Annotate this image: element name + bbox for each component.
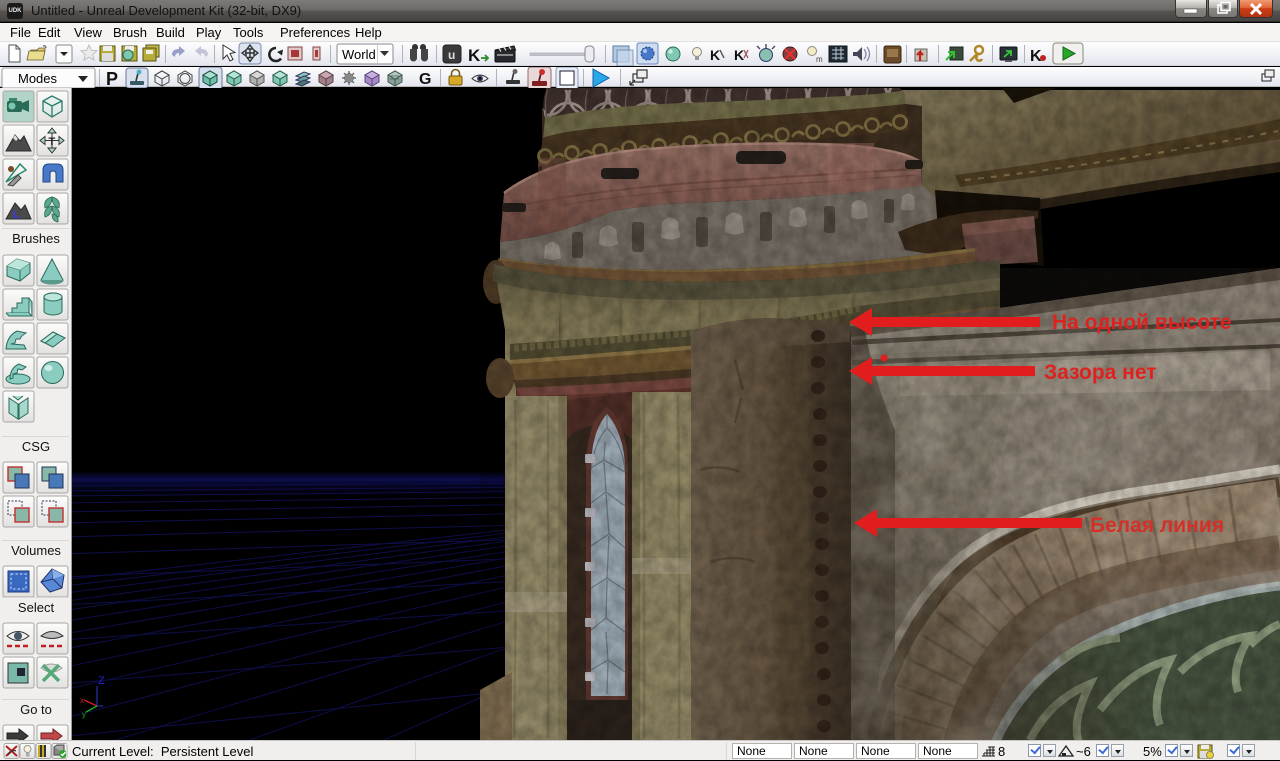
svg-text:K: K <box>734 47 744 63</box>
svg-text:x: x <box>80 696 84 705</box>
svg-text:T: T <box>49 136 56 148</box>
svg-text:u: u <box>448 48 455 62</box>
svg-text:Go to: Go to <box>20 702 52 717</box>
svg-text:Белая линия: Белая линия <box>1090 514 1224 537</box>
svg-text:World: World <box>342 47 376 62</box>
svg-text:Modes: Modes <box>18 71 58 86</box>
svg-text:Select: Select <box>18 600 55 615</box>
svg-text:P: P <box>106 69 118 89</box>
svg-text:Зазора нет: Зазора нет <box>1044 361 1157 384</box>
svg-text:Volumes: Volumes <box>11 543 61 558</box>
svg-text:Brushes: Brushes <box>12 231 60 246</box>
svg-text:Z: Z <box>98 675 105 687</box>
svg-text:На одной высоте: На одной высоте <box>1052 311 1232 334</box>
svg-text:K: K <box>710 47 720 63</box>
svg-text:G: G <box>419 71 431 88</box>
svg-text:K: K <box>1030 48 1042 65</box>
svg-text:L: L <box>13 209 20 221</box>
svg-text:CSG: CSG <box>22 439 50 454</box>
svg-text:K: K <box>468 46 481 65</box>
svg-text:m: m <box>816 55 823 64</box>
svg-text:y: y <box>82 710 86 719</box>
